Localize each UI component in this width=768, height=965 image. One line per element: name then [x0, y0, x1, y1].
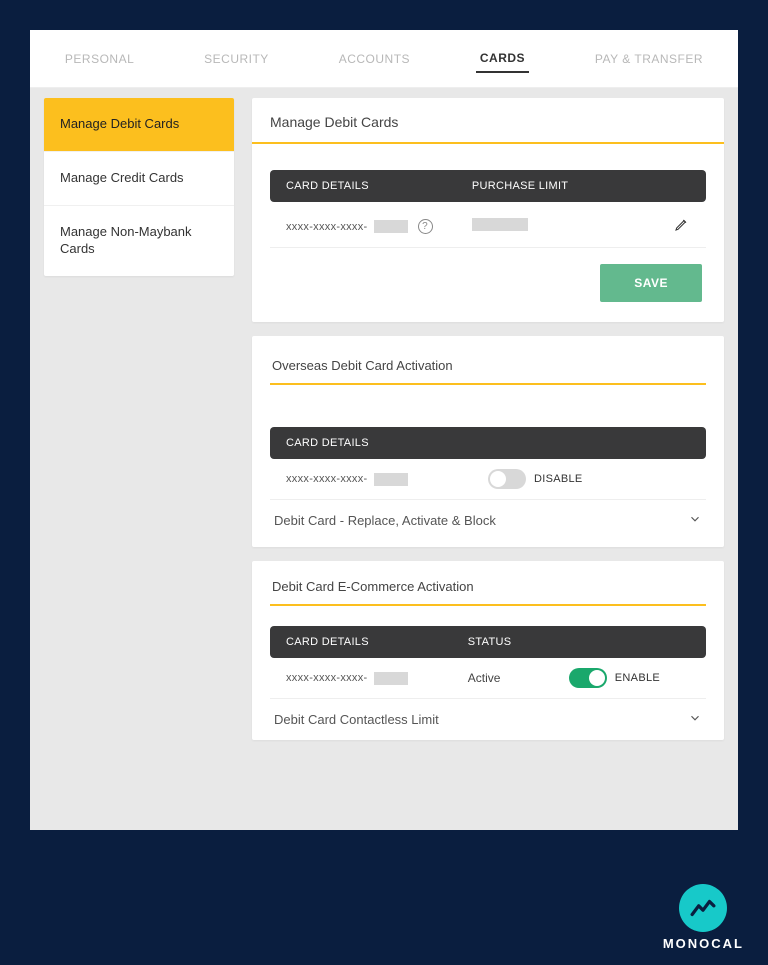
purchase-limit-value [472, 218, 660, 236]
save-button[interactable]: SAVE [600, 264, 702, 302]
toggle-label: ENABLE [615, 672, 660, 684]
help-icon[interactable]: ? [418, 219, 433, 234]
save-row: SAVE [270, 248, 706, 302]
toggle-label: DISABLE [534, 473, 583, 485]
card-number: xxxx-xxxx-xxxx- ? [286, 219, 472, 234]
card-row: xxxx-xxxx-xxxx- ? [270, 202, 706, 248]
card-redacted-tail [374, 220, 408, 233]
panel-body: Debit Card E-Commerce Activation CARD DE… [252, 561, 724, 740]
content-area: Manage Debit Cards Manage Credit Cards M… [30, 88, 738, 750]
watermark: MONOCAL [663, 884, 744, 951]
card-row: xxxx-xxxx-xxxx- Active ENABLE [270, 658, 706, 699]
tab-accounts[interactable]: ACCOUNTS [335, 46, 414, 72]
tab-cards[interactable]: CARDS [476, 45, 529, 73]
panel-overseas: Overseas Debit Card Activation CARD DETA… [252, 336, 724, 547]
table-header: CARD DETAILS STATUS [270, 626, 706, 658]
tab-bar: PERSONAL SECURITY ACCOUNTS CARDS PAY & T… [30, 30, 738, 88]
tab-personal[interactable]: PERSONAL [61, 46, 138, 72]
collapsible-replace-activate-block[interactable]: Debit Card - Replace, Activate & Block [270, 500, 706, 533]
sidebar-item-manage-credit[interactable]: Manage Credit Cards [44, 152, 234, 206]
collapsible-contactless-limit[interactable]: Debit Card Contactless Limit [270, 699, 706, 732]
section-title: Debit Card E-Commerce Activation [270, 575, 706, 604]
watermark-text: MONOCAL [663, 936, 744, 951]
card-mask-text: xxxx-xxxx-xxxx- [286, 221, 368, 233]
header-card-details: CARD DETAILS [286, 180, 472, 192]
panel-title: Manage Debit Cards [252, 98, 724, 144]
header-card-details: CARD DETAILS [286, 437, 472, 449]
tab-pay-transfer[interactable]: PAY & TRANSFER [591, 46, 707, 72]
sidebar-item-manage-nonmaybank[interactable]: Manage Non-Maybank Cards [44, 206, 234, 276]
overseas-toggle[interactable] [488, 469, 526, 489]
status-value: Active [468, 671, 569, 685]
card-number: xxxx-xxxx-xxxx- [286, 473, 488, 486]
ecommerce-toggle[interactable] [569, 668, 607, 688]
chevron-down-icon [688, 512, 702, 529]
app-frame: PERSONAL SECURITY ACCOUNTS CARDS PAY & T… [30, 30, 738, 830]
pencil-icon [674, 219, 690, 236]
panel-manage-debit: Manage Debit Cards CARD DETAILS PURCHASE… [252, 98, 724, 322]
limit-redacted [472, 218, 528, 231]
card-row: xxxx-xxxx-xxxx- DISABLE [270, 459, 706, 500]
header-purchase-limit: PURCHASE LIMIT [472, 180, 690, 192]
card-mask-text: xxxx-xxxx-xxxx- [286, 473, 368, 485]
chevron-down-icon [688, 711, 702, 728]
gold-divider [270, 383, 706, 385]
section-title: Overseas Debit Card Activation [270, 354, 706, 383]
edit-button[interactable] [660, 216, 690, 237]
card-number: xxxx-xxxx-xxxx- [286, 672, 468, 685]
tab-security[interactable]: SECURITY [200, 46, 273, 72]
watermark-logo-icon [679, 884, 727, 932]
header-status: STATUS [468, 636, 569, 648]
collapsible-label: Debit Card - Replace, Activate & Block [274, 513, 496, 528]
card-redacted-tail [374, 672, 408, 685]
gold-divider [270, 604, 706, 606]
table-header: CARD DETAILS PURCHASE LIMIT [270, 170, 706, 202]
sidebar-item-manage-debit[interactable]: Manage Debit Cards [44, 98, 234, 152]
sidebar: Manage Debit Cards Manage Credit Cards M… [44, 98, 234, 276]
panel-ecommerce: Debit Card E-Commerce Activation CARD DE… [252, 561, 724, 740]
header-card-details: CARD DETAILS [286, 636, 468, 648]
panel-body: CARD DETAILS PURCHASE LIMIT xxxx-xxxx-xx… [252, 144, 724, 322]
main-column: Manage Debit Cards CARD DETAILS PURCHASE… [252, 98, 724, 740]
card-mask-text: xxxx-xxxx-xxxx- [286, 672, 368, 684]
table-header: CARD DETAILS [270, 427, 706, 459]
card-redacted-tail [374, 473, 408, 486]
collapsible-label: Debit Card Contactless Limit [274, 712, 439, 727]
panel-body: Overseas Debit Card Activation CARD DETA… [252, 336, 724, 547]
